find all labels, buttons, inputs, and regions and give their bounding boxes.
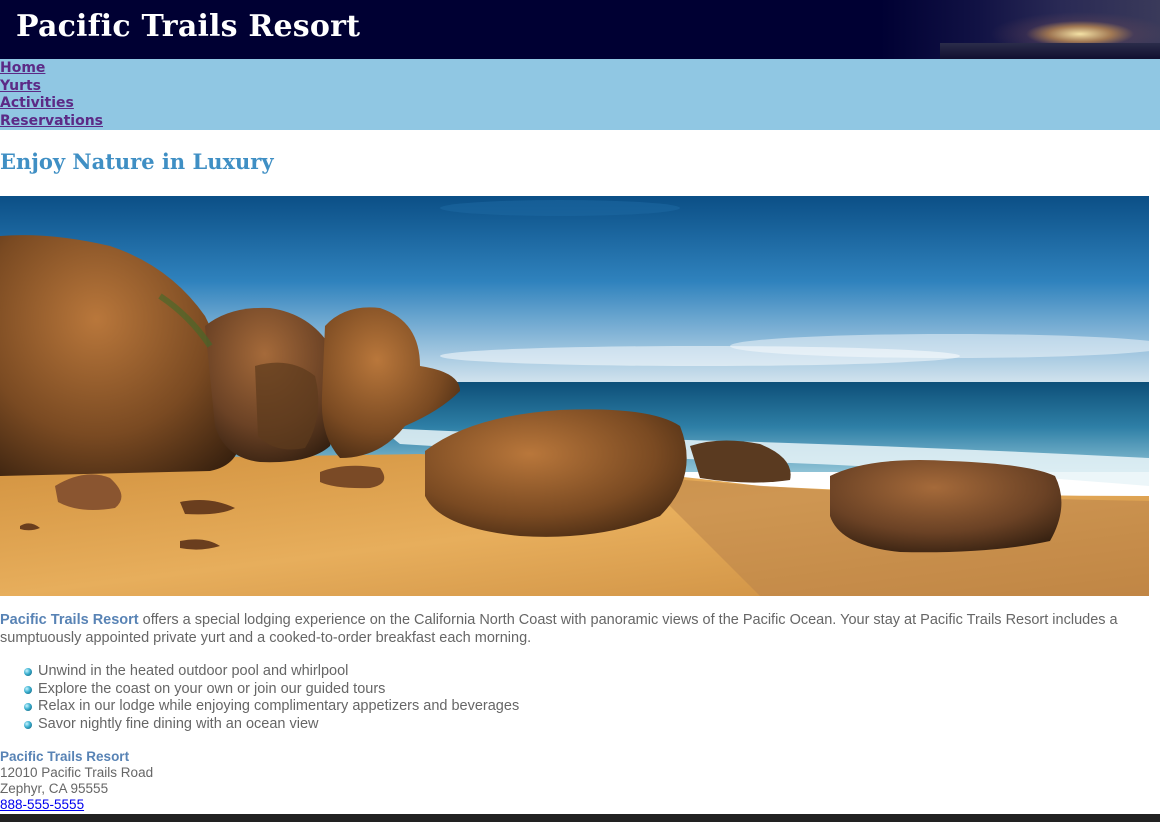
list-item: Unwind in the heated outdoor pool and wh… [0,663,519,681]
sphere-bullet-icon [24,685,32,694]
feature-list: Unwind in the heated outdoor pool and wh… [0,663,519,734]
phone-link[interactable]: 888-555-5555 [0,797,153,813]
bottom-bar [0,814,1160,822]
nav-link-yurts[interactable]: Yurts [0,78,1160,96]
sphere-bullet-icon [24,668,32,676]
list-item: Savor nightly fine dining with an ocean … [0,716,519,734]
sphere-bullet-icon [24,703,32,712]
nav-link-reservations[interactable]: Reservations [0,113,1160,131]
intro-brand-name: Pacific Trails Resort [0,612,139,628]
contact-address: Pacific Trails Resort 12010 Pacific Trai… [0,749,153,813]
site-title: Pacific Trails Resort [16,9,361,44]
coast-hero-image [0,196,1149,596]
nav-link-activities[interactable]: Activities [0,95,1160,113]
intro-paragraph: Pacific Trails Resort offers a special l… [0,611,1150,647]
intro-text: offers a special lodging experience on t… [0,612,1118,646]
site-header: Pacific Trails Resort [0,0,1160,59]
address-name: Pacific Trails Resort [0,749,130,764]
address-city: Zephyr, CA 95555 [0,781,109,796]
main-nav: Home Yurts Activities Reservations [0,59,1160,130]
sunset-banner-image [880,0,1160,59]
sphere-bullet-icon [24,721,32,730]
address-street: 12010 Pacific Trails Road [0,765,154,780]
page-heading: Enjoy Nature in Luxury [0,149,274,174]
list-item: Relax in our lodge while enjoying compli… [0,698,519,716]
nav-link-home[interactable]: Home [0,60,1160,78]
list-item: Explore the coast on your own or join ou… [0,681,519,699]
